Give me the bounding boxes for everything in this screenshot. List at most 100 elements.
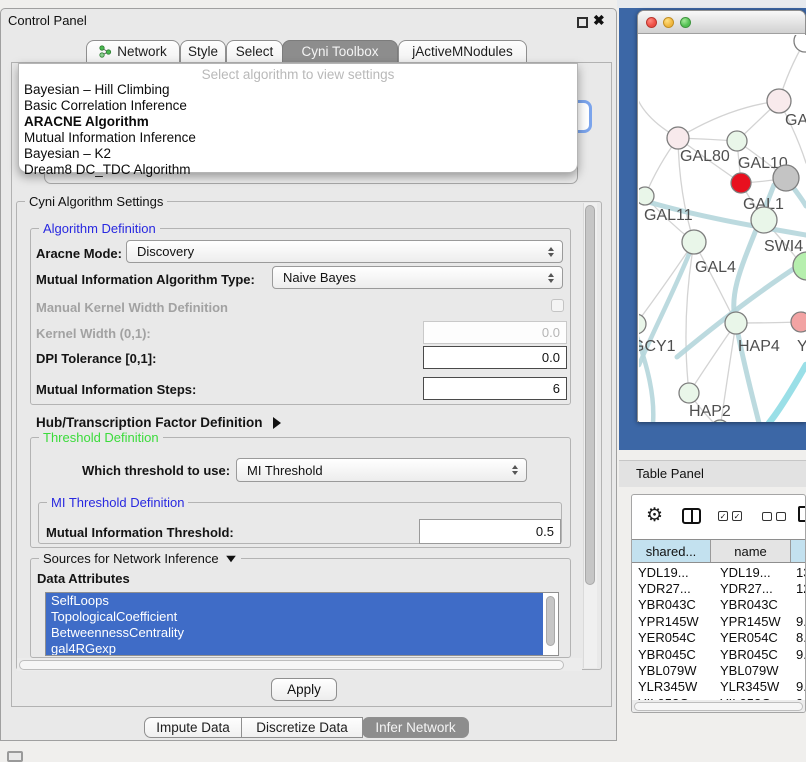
expanded-arrow-icon bbox=[226, 555, 236, 561]
table-cell: YPR145W bbox=[632, 613, 711, 629]
hub-section-toggle[interactable]: Hub/Transcription Factor Definition bbox=[36, 415, 281, 430]
select-all-icon[interactable]: ✓✓ bbox=[718, 511, 742, 521]
column-header[interactable]: name bbox=[711, 540, 791, 562]
mi-steps-field[interactable]: 6 bbox=[423, 377, 567, 400]
aracne-mode-label: Aracne Mode: bbox=[36, 246, 122, 261]
network-node-hap2[interactable] bbox=[679, 383, 699, 403]
mi-threshold-value: 0.5 bbox=[536, 524, 554, 539]
table-row[interactable]: YPR145WYPR145W9. bbox=[632, 613, 806, 629]
spinner-arrows-icon bbox=[548, 247, 554, 257]
algorithm-option[interactable]: Mutual Information Inference bbox=[24, 130, 564, 146]
network-node-gal4[interactable] bbox=[682, 230, 706, 254]
column-header[interactable]: shared... bbox=[632, 540, 711, 562]
manual-kernel-width-checkbox[interactable] bbox=[551, 299, 564, 312]
network-edge bbox=[694, 242, 736, 323]
network-window-titlebar[interactable] bbox=[638, 11, 805, 34]
network-view-window[interactable]: GALGAL80GAL10GAL1GAL11SWI4GAL4GCY1HAP4YH… bbox=[637, 10, 806, 422]
bottom-tab-discretize-data[interactable]: Discretize Data bbox=[241, 717, 363, 738]
network-canvas[interactable]: GALGAL80GAL10GAL1GAL11SWI4GAL4GCY1HAP4YH… bbox=[639, 35, 806, 422]
table-panel: ⚙ ✓✓ shared...nameA YDL19...YDL19...13YD… bbox=[631, 494, 806, 713]
dpi-tolerance-label: DPI Tolerance [0,1]: bbox=[36, 351, 156, 366]
float-window-icon[interactable] bbox=[577, 17, 588, 28]
column-header[interactable]: A bbox=[791, 540, 806, 562]
control-panel-title: Control Panel bbox=[8, 13, 87, 28]
network-edge bbox=[686, 242, 694, 393]
settings-hscrollbar-thumb[interactable] bbox=[19, 660, 564, 670]
network-node-gcy1[interactable] bbox=[639, 314, 646, 334]
attribute-item[interactable]: gal4RGexp bbox=[46, 641, 543, 656]
network-node[interactable] bbox=[773, 165, 799, 191]
settings-scrollbar-thumb[interactable] bbox=[585, 205, 595, 585]
tab-cyni-toolbox[interactable]: Cyni Toolbox bbox=[282, 40, 398, 63]
network-node-gal10[interactable] bbox=[727, 131, 747, 151]
table-panel-title: Table Panel bbox=[636, 466, 704, 481]
algorithm-option[interactable]: Bayesian – Hill Climbing bbox=[24, 82, 564, 98]
which-threshold-select[interactable]: MI Threshold bbox=[236, 458, 527, 482]
network-node-gal11[interactable] bbox=[639, 187, 654, 205]
network-icon bbox=[99, 45, 112, 58]
mi-threshold-field[interactable]: 0.5 bbox=[419, 519, 561, 544]
attribute-list-scrollbar-thumb[interactable] bbox=[546, 596, 555, 646]
network-node-gal[interactable] bbox=[767, 89, 791, 113]
close-icon[interactable]: ✖ bbox=[593, 12, 605, 29]
network-node[interactable] bbox=[794, 35, 806, 52]
table-cell bbox=[791, 662, 806, 678]
network-node[interactable] bbox=[711, 420, 729, 422]
table-row[interactable]: YBR045CYBR045C9. bbox=[632, 646, 806, 662]
new-column-icon[interactable] bbox=[798, 506, 806, 522]
threshold-definition-title: Threshold Definition bbox=[39, 430, 163, 445]
table-row[interactable]: YER054CYER054C8. bbox=[632, 630, 806, 646]
tab-jactivemnodules[interactable]: jActiveMNodules bbox=[398, 40, 527, 63]
apply-button[interactable]: Apply bbox=[271, 678, 337, 701]
network-node-y[interactable] bbox=[791, 312, 806, 332]
tab-network[interactable]: Network bbox=[86, 40, 180, 63]
bottom-tab-label: Impute Data bbox=[156, 720, 230, 735]
table-row[interactable]: YDL19...YDL19...13 bbox=[632, 564, 806, 580]
table-row[interactable]: YDR27...YDR27...12 bbox=[632, 580, 806, 596]
algorithm-option[interactable]: Bayesian – K2 bbox=[24, 146, 564, 162]
top-strip bbox=[617, 0, 806, 8]
attribute-item[interactable]: TopologicalCoefficient bbox=[46, 609, 543, 625]
table-cell: YDR27... bbox=[711, 580, 791, 596]
dpi-tolerance-field[interactable]: 0.0 bbox=[423, 346, 567, 369]
aracne-mode-select[interactable]: Discovery bbox=[126, 240, 563, 263]
mi-algorithm-type-select[interactable]: Naive Bayes bbox=[272, 266, 563, 289]
table-cell: YDL19... bbox=[711, 564, 791, 580]
table-cell: YBR045C bbox=[711, 646, 791, 662]
zoom-traffic-light-icon[interactable] bbox=[680, 17, 691, 28]
attribute-list[interactable]: SelfLoopsTopologicalCoefficientBetweenne… bbox=[45, 592, 559, 656]
network-node-swi4[interactable] bbox=[751, 207, 777, 233]
table-row[interactable]: YLR345WYLR345W9. bbox=[632, 679, 806, 695]
algorithm-option[interactable]: Basic Correlation Inference bbox=[24, 98, 564, 114]
table-cell: 9. bbox=[791, 679, 806, 695]
table-header: shared...nameA bbox=[632, 539, 806, 563]
algorithm-option[interactable]: Dream8 DC_TDC Algorithm bbox=[24, 162, 564, 178]
algorithm-option[interactable]: ARACNE Algorithm bbox=[24, 114, 564, 130]
attribute-item[interactable]: SelfLoops bbox=[46, 593, 543, 609]
network-node-gal80[interactable] bbox=[667, 127, 689, 149]
table-hscrollbar-thumb[interactable] bbox=[634, 702, 803, 711]
network-node-hap4[interactable] bbox=[725, 312, 747, 334]
minimize-traffic-light-icon[interactable] bbox=[663, 17, 674, 28]
table-cell: YLR345W bbox=[632, 679, 711, 695]
deselect-all-icon[interactable] bbox=[762, 512, 786, 521]
bottom-tab-infer-network[interactable]: Infer Network bbox=[362, 717, 469, 738]
sources-group-title-wrap[interactable]: Sources for Network Inference bbox=[39, 551, 241, 566]
table-row[interactable]: YBR043CYBR043C bbox=[632, 597, 806, 613]
kernel-width-field[interactable]: 0.0 bbox=[423, 321, 567, 344]
network-node-gal1[interactable] bbox=[731, 173, 751, 193]
collapsed-panel-icon[interactable] bbox=[7, 751, 23, 762]
tab-select[interactable]: Select bbox=[226, 40, 283, 63]
attribute-item[interactable]: BetweennessCentrality bbox=[46, 625, 543, 641]
tab-style[interactable]: Style bbox=[180, 40, 226, 63]
table-cell: 13 bbox=[791, 564, 806, 580]
network-node-label: GAL11 bbox=[644, 207, 693, 224]
bottom-tab-impute-data[interactable]: Impute Data bbox=[144, 717, 242, 738]
table-row[interactable]: YBL079WYBL079W bbox=[632, 662, 806, 678]
network-node-label: HAP2 bbox=[689, 403, 731, 420]
gear-icon[interactable]: ⚙ bbox=[646, 504, 663, 527]
close-traffic-light-icon[interactable] bbox=[646, 17, 657, 28]
split-columns-icon[interactable] bbox=[682, 508, 701, 524]
spinner-arrows-icon bbox=[548, 273, 554, 283]
table-cell: YBL079W bbox=[632, 662, 711, 678]
